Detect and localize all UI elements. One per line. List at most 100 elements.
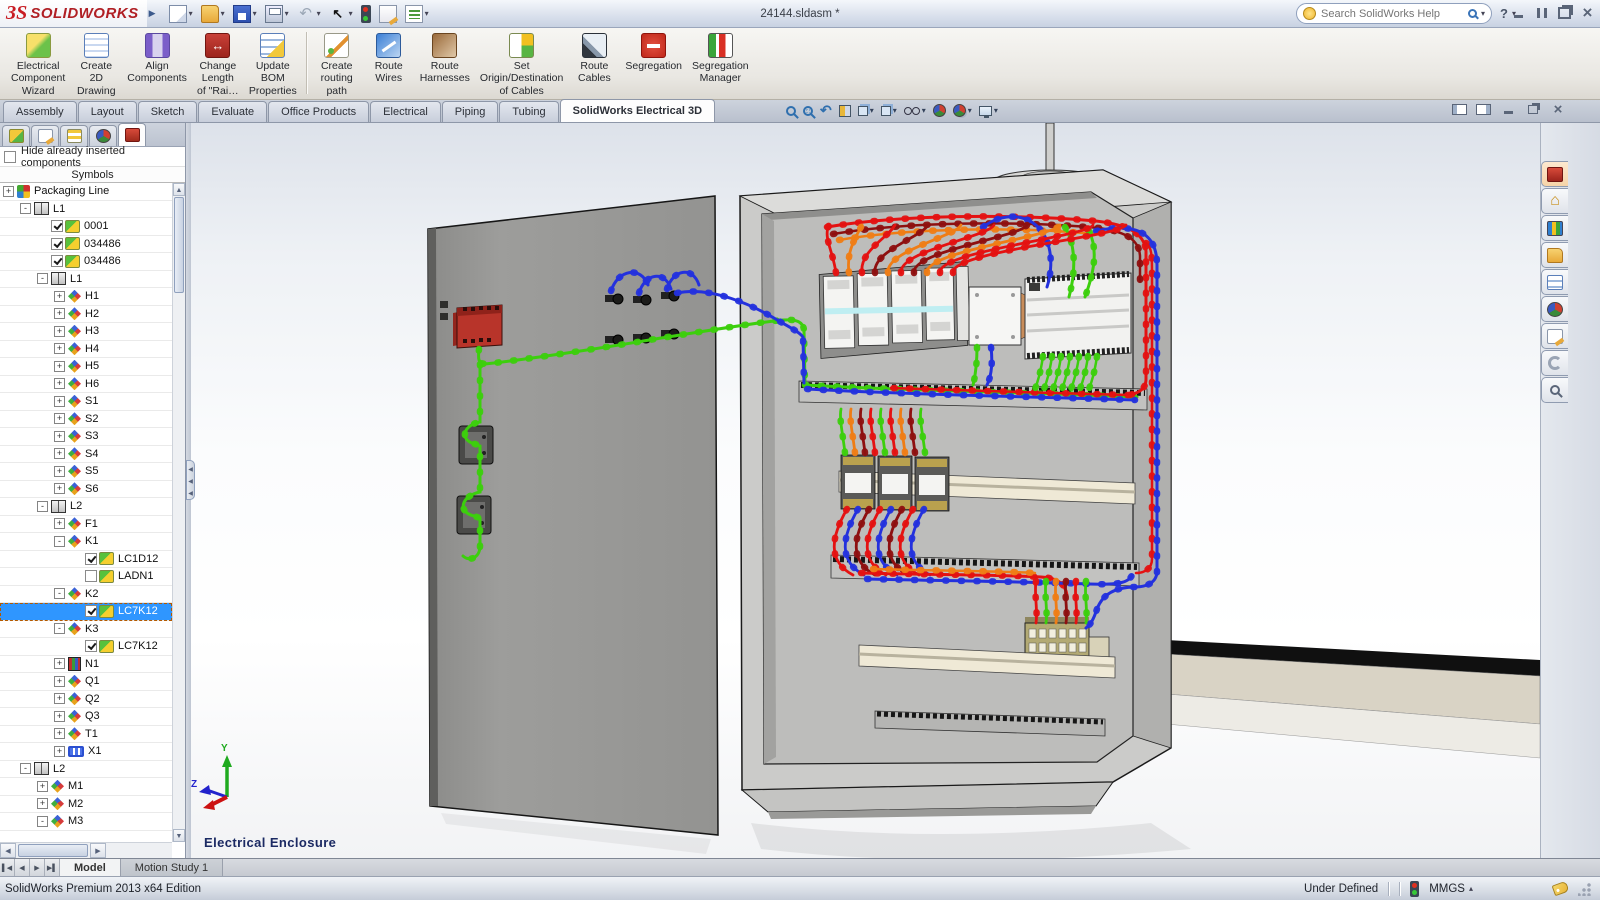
ribbon-button[interactable]: Route Harnesses bbox=[415, 32, 475, 86]
expander-icon[interactable]: + bbox=[54, 518, 65, 529]
expander-icon[interactable]: + bbox=[54, 676, 65, 687]
expander-icon[interactable]: - bbox=[37, 816, 48, 827]
expander-icon[interactable]: + bbox=[54, 711, 65, 722]
toolbar-button[interactable]: ▾ bbox=[166, 3, 196, 25]
close-icon[interactable] bbox=[1579, 5, 1596, 20]
view-tool-button[interactable] bbox=[786, 106, 796, 116]
dropdown-arrow-icon[interactable]: ▾ bbox=[893, 106, 897, 115]
tree-item-n1[interactable]: +N1 bbox=[0, 656, 172, 674]
tree-item-034486[interactable]: 034486 bbox=[0, 253, 172, 271]
command-tab[interactable]: Sketch bbox=[138, 101, 198, 122]
visibility-checkbox[interactable] bbox=[51, 220, 63, 232]
tree-item-s5[interactable]: +S5 bbox=[0, 463, 172, 481]
ribbon-button[interactable]: Route Wires bbox=[363, 32, 415, 86]
view-tool-button[interactable] bbox=[820, 102, 832, 120]
tree-item-packaging-line[interactable]: +Packaging Line bbox=[0, 183, 172, 201]
doc-restore-icon[interactable] bbox=[1525, 103, 1541, 116]
tree-item-s2[interactable]: +S2 bbox=[0, 411, 172, 429]
ribbon-button[interactable]: Change Length of "Rai… bbox=[192, 32, 244, 98]
help-button[interactable]: ? bbox=[1500, 6, 1508, 21]
tree-item-l1[interactable]: -L1 bbox=[0, 271, 172, 289]
tree-item-h4[interactable]: +H4 bbox=[0, 341, 172, 359]
toolbar-button[interactable]: ▾ bbox=[262, 3, 292, 25]
tree-item-s6[interactable]: +S6 bbox=[0, 481, 172, 499]
dropdown-arrow-icon[interactable]: ▾ bbox=[922, 106, 926, 115]
ribbon-button[interactable]: Create 2D Drawing bbox=[70, 32, 122, 98]
tree-item-s4[interactable]: +S4 bbox=[0, 446, 172, 464]
ribbon-button[interactable]: Set Origin/Destination of Cables bbox=[475, 32, 568, 98]
tree-item-l2[interactable]: -L2 bbox=[0, 761, 172, 779]
doc-close-icon[interactable] bbox=[1550, 103, 1566, 116]
view-tool-button[interactable]: ▾ bbox=[858, 106, 874, 116]
tree-item-l1[interactable]: -L1 bbox=[0, 201, 172, 219]
tree-item-lc1d12[interactable]: LC1D12 bbox=[0, 551, 172, 569]
units-popup-icon[interactable]: ▴ bbox=[1469, 884, 1473, 893]
view-tool-button[interactable]: ▾ bbox=[979, 106, 998, 116]
doc-minimize-icon[interactable] bbox=[1500, 103, 1516, 116]
splitter-collapse-handle[interactable]: ◀◀◀ bbox=[186, 460, 195, 500]
task-pane-tab[interactable] bbox=[1541, 215, 1568, 241]
visibility-checkbox[interactable] bbox=[85, 605, 97, 617]
restore-windows-icon[interactable] bbox=[1556, 5, 1573, 20]
tree-item-f1[interactable]: +F1 bbox=[0, 516, 172, 534]
view-tool-button[interactable] bbox=[933, 104, 946, 117]
command-tab[interactable]: Piping bbox=[442, 101, 499, 122]
task-pane-tab[interactable] bbox=[1541, 242, 1568, 268]
tag-icon[interactable] bbox=[1552, 881, 1570, 896]
resize-grip[interactable] bbox=[1578, 882, 1592, 896]
tree-item-h5[interactable]: +H5 bbox=[0, 358, 172, 376]
expander-icon[interactable]: + bbox=[54, 343, 65, 354]
visibility-checkbox[interactable] bbox=[85, 640, 97, 652]
dropdown-arrow-icon[interactable]: ▾ bbox=[349, 9, 353, 18]
tree-vertical-scrollbar[interactable]: ▲ ▼ bbox=[172, 183, 185, 842]
tree-item-t1[interactable]: +T1 bbox=[0, 726, 172, 744]
tab-scroll-last-icon[interactable]: ▶▌ bbox=[45, 859, 60, 876]
ribbon-button[interactable]: Route Cables bbox=[568, 32, 620, 86]
expander-icon[interactable]: + bbox=[54, 746, 65, 757]
toolbar-button[interactable]: ▾ bbox=[294, 3, 324, 25]
tree-item-m1[interactable]: +M1 bbox=[0, 778, 172, 796]
tree-item-lc7k12[interactable]: LC7K12 bbox=[0, 603, 172, 621]
command-tab[interactable]: Tubing bbox=[499, 101, 558, 122]
tree-item-q3[interactable]: +Q3 bbox=[0, 708, 172, 726]
view-tool-button[interactable]: ▾ bbox=[953, 104, 972, 117]
expander-icon[interactable]: + bbox=[54, 308, 65, 319]
expander-icon[interactable]: - bbox=[37, 501, 48, 512]
ribbon-button[interactable]: Update BOM Properties bbox=[244, 32, 302, 98]
document-tab[interactable]: Motion Study 1 bbox=[121, 859, 223, 876]
expander-icon[interactable]: + bbox=[54, 728, 65, 739]
expander-icon[interactable]: + bbox=[54, 326, 65, 337]
tree-item-0001[interactable]: 0001 bbox=[0, 218, 172, 236]
toolbar-button[interactable]: ▾ bbox=[402, 3, 432, 25]
tree-item-k2[interactable]: -K2 bbox=[0, 586, 172, 604]
visibility-checkbox[interactable] bbox=[85, 570, 97, 582]
visibility-checkbox[interactable] bbox=[85, 553, 97, 565]
expander-icon[interactable]: + bbox=[54, 413, 65, 424]
scroll-down-icon[interactable]: ▼ bbox=[173, 829, 185, 842]
maximize-icon[interactable] bbox=[1533, 5, 1550, 20]
command-tab[interactable]: Office Products bbox=[268, 101, 369, 122]
ribbon-button[interactable]: Align Components bbox=[122, 32, 192, 86]
command-tab[interactable]: Electrical bbox=[370, 101, 441, 122]
view-tool-button[interactable] bbox=[839, 105, 851, 117]
expander-icon[interactable]: + bbox=[37, 781, 48, 792]
tab-scroll-right-icon[interactable]: ▶ bbox=[30, 859, 45, 876]
toolbar-button[interactable]: ▾ bbox=[326, 3, 356, 25]
dropdown-arrow-icon[interactable]: ▾ bbox=[994, 106, 998, 115]
task-pane-tab[interactable] bbox=[1541, 350, 1568, 376]
command-tab[interactable]: Layout bbox=[78, 101, 137, 122]
expander-icon[interactable]: + bbox=[54, 693, 65, 704]
panel-tab[interactable] bbox=[2, 125, 30, 146]
expander-icon[interactable]: + bbox=[54, 291, 65, 302]
search-magnifier-icon[interactable] bbox=[1468, 9, 1477, 18]
expander-icon[interactable]: + bbox=[54, 396, 65, 407]
expander-icon[interactable]: - bbox=[37, 273, 48, 284]
task-pane-tab[interactable] bbox=[1541, 377, 1568, 403]
dropdown-arrow-icon[interactable]: ▾ bbox=[285, 9, 289, 18]
dropdown-arrow-icon[interactable]: ▾ bbox=[425, 9, 429, 18]
dropdown-arrow-icon[interactable]: ▾ bbox=[968, 106, 972, 115]
toolbar-button[interactable] bbox=[376, 3, 400, 25]
task-pane-tab[interactable] bbox=[1541, 161, 1568, 187]
expander-icon[interactable]: + bbox=[54, 658, 65, 669]
tree-item-k3[interactable]: -K3 bbox=[0, 621, 172, 639]
